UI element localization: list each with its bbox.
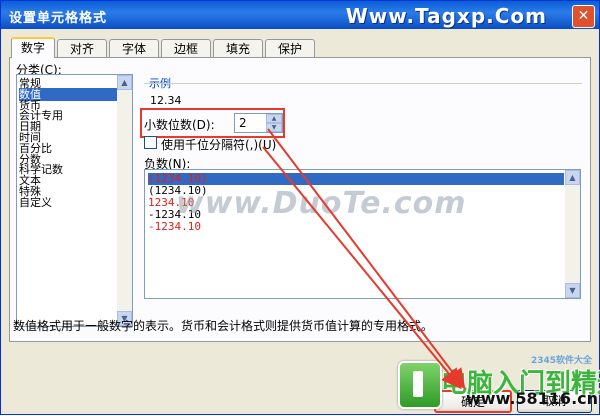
thousands-separator-label: 使用千位分隔符(,)(U) [161, 138, 277, 152]
title-bar[interactable]: 设置单元格格式 Www.Tagxp.Com ✕ [1, 1, 599, 29]
highlight-box-decimal [140, 108, 285, 138]
category-item[interactable]: 自定义 [19, 196, 131, 209]
negative-format-item[interactable]: -1234.10 [148, 221, 564, 233]
tab-border[interactable]: 边框 [161, 39, 211, 57]
tab-font[interactable]: 字体 [109, 39, 159, 57]
watermark-logo-icon [398, 361, 442, 409]
negative-format-item[interactable]: (1234.10) [148, 173, 564, 185]
thousands-separator-checkbox[interactable] [144, 136, 157, 149]
tab-number[interactable]: 数字 [11, 37, 55, 58]
tab-alignment[interactable]: 对齐 [57, 39, 107, 57]
format-cells-dialog: 设置单元格格式 Www.Tagxp.Com ✕ 数字 对齐 字体 边框 填充 保… [0, 0, 600, 415]
watermark-top: Www.Tagxp.Com [345, 4, 547, 28]
dialog-title: 设置单元格格式 [9, 11, 108, 26]
neg-scroll-down-icon[interactable]: ▼ [565, 283, 580, 298]
negative-scrollbar[interactable]: ▲ ▼ [565, 170, 580, 298]
scroll-up-icon[interactable]: ▲ [117, 75, 132, 90]
close-button[interactable]: ✕ [572, 5, 595, 28]
watermark-middle: www.DuoTe.com [176, 186, 467, 221]
neg-scroll-up-icon[interactable]: ▲ [565, 170, 580, 185]
tab-protection[interactable]: 保护 [265, 39, 315, 57]
tab-fill[interactable]: 填充 [213, 39, 263, 57]
sample-group: 12.34 [144, 83, 582, 110]
watermark-url: www.58116.cn [466, 389, 599, 408]
format-description: 数值格式用于一般数字的表示。货币和会计格式则提供货币值计算的专用格式。 [13, 319, 434, 333]
sample-value: 12.34 [150, 94, 182, 107]
category-scrollbar[interactable]: ▲ ▼ [117, 75, 132, 326]
category-list[interactable]: 常规 数值 货币 会计专用 日期 时间 百分比 分数 科学记数 文本 特殊 自定义 ▲ ▼ [16, 74, 133, 327]
